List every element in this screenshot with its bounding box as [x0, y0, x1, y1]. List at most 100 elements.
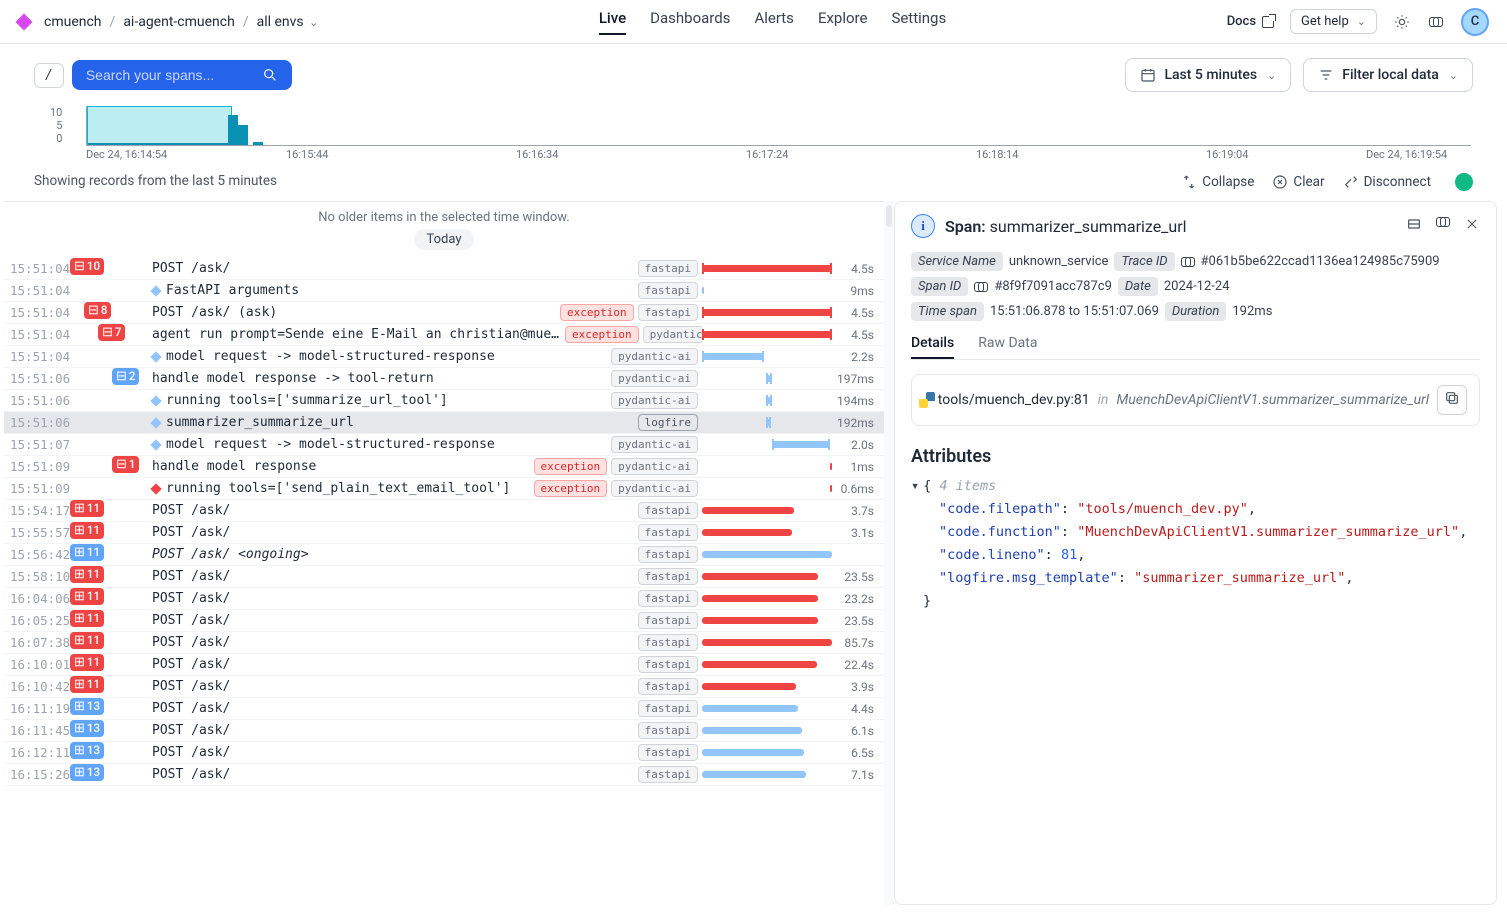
- trace-row[interactable]: 16:12:11⊞13POST /ask/fastapi6.5s: [4, 742, 884, 764]
- panel-splitter[interactable]: [884, 201, 894, 905]
- trace-row[interactable]: 16:05:25⊞11POST /ask/fastapi23.5s: [4, 610, 884, 632]
- link-icon[interactable]: [974, 282, 988, 292]
- splitter-handle-icon: [886, 205, 892, 227]
- breadcrumb: cmuench / ai-agent-cmuench / all envs ⌄: [18, 14, 318, 30]
- main-content: No older items in the selected time wind…: [0, 201, 1507, 905]
- copy-icon: [1444, 390, 1460, 406]
- search-icon: [262, 67, 278, 83]
- expand-badge[interactable]: ⊞11: [70, 632, 104, 649]
- trace-row[interactable]: 15:51:06running tools=['summarize_url_to…: [4, 390, 884, 412]
- disconnect-button[interactable]: Disconnect: [1343, 174, 1431, 190]
- close-icon[interactable]: [1464, 216, 1480, 236]
- nav-alerts[interactable]: Alerts: [754, 9, 794, 35]
- trace-row[interactable]: 15:58:10⊞11POST /ask/fastapi23.5s: [4, 566, 884, 588]
- expand-badge[interactable]: ⊞13: [70, 742, 104, 759]
- expand-badge[interactable]: ⊞11: [70, 544, 104, 561]
- trace-row[interactable]: 15:51:06⊟2handle model response -> tool-…: [4, 368, 884, 390]
- crumb-project[interactable]: ai-agent-cmuench: [123, 14, 235, 30]
- status-bar: Showing records from the last 5 minutes …: [0, 163, 1507, 201]
- trace-row[interactable]: 16:15:26⊞13POST /ask/fastapi7.1s: [4, 764, 884, 786]
- trace-row[interactable]: 16:10:42⊞11POST /ask/fastapi3.9s: [4, 676, 884, 698]
- nav-settings[interactable]: Settings: [891, 9, 946, 35]
- expand-badge[interactable]: ⊞11: [70, 654, 104, 671]
- tab-raw-data[interactable]: Raw Data: [978, 335, 1037, 359]
- trace-row[interactable]: 15:51:04⊟7agent run prompt=Sende eine E-…: [4, 324, 884, 346]
- trace-row[interactable]: 15:51:06summarizer_summarize_urllogfire1…: [4, 412, 884, 434]
- search-field[interactable]: [86, 67, 246, 83]
- expand-badge[interactable]: ⊟8: [84, 302, 111, 319]
- trace-row[interactable]: 15:56:42⊞11POST /ask/ <ongoing>fastapi: [4, 544, 884, 566]
- time-range-button[interactable]: Last 5 minutes⌄: [1125, 58, 1291, 92]
- detail-tabs: Details Raw Data: [911, 335, 1480, 360]
- nav-live[interactable]: Live: [599, 9, 626, 35]
- crumb-org[interactable]: cmuench: [44, 14, 102, 30]
- expand-icon[interactable]: [1406, 216, 1422, 236]
- expand-badge[interactable]: ⊞11: [70, 566, 104, 583]
- expand-badge[interactable]: ⊞11: [70, 500, 104, 517]
- expand-badge[interactable]: ⊞11: [70, 522, 104, 539]
- no-older-text: No older items in the selected time wind…: [4, 210, 884, 225]
- expand-badge[interactable]: ⊟7: [98, 324, 125, 341]
- timeline-chart[interactable]: 1050 Dec 24, 16:14:5416:15:4416:16:3416:…: [0, 106, 1507, 163]
- nav-explore[interactable]: Explore: [818, 9, 868, 35]
- trace-row[interactable]: 15:51:04⊟10POST /ask/fastapi4.5s: [4, 258, 884, 280]
- app-header: cmuench / ai-agent-cmuench / all envs ⌄ …: [0, 0, 1507, 44]
- trace-row[interactable]: 15:51:07model request -> model-structure…: [4, 434, 884, 456]
- collapse-button[interactable]: Collapse: [1181, 174, 1254, 190]
- connection-status-icon: [1455, 173, 1473, 191]
- filter-button[interactable]: Filter local data⌄: [1303, 58, 1473, 92]
- copy-button[interactable]: [1437, 385, 1467, 415]
- filter-icon: [1318, 67, 1334, 83]
- expand-badge[interactable]: ⊞13: [70, 698, 104, 715]
- docs-link[interactable]: Docs: [1227, 14, 1274, 29]
- external-link-icon: [1262, 16, 1274, 28]
- info-icon: i: [911, 214, 935, 238]
- trace-row[interactable]: 15:54:17⊞11POST /ask/fastapi3.7s: [4, 500, 884, 522]
- expand-badge[interactable]: ⊟1: [112, 456, 139, 473]
- clear-button[interactable]: Clear: [1272, 174, 1324, 190]
- trace-row[interactable]: 16:11:19⊞13POST /ask/fastapi4.4s: [4, 698, 884, 720]
- toolbar: / Last 5 minutes⌄ Filter local data⌄: [0, 44, 1507, 106]
- calendar-icon: [1140, 67, 1156, 83]
- trace-row[interactable]: 15:51:09⊟1handle model responseexception…: [4, 456, 884, 478]
- crumb-env[interactable]: all envs ⌄: [257, 14, 319, 30]
- copy-link-icon[interactable]: [1436, 216, 1450, 236]
- trace-row[interactable]: 16:04:06⊞11POST /ask/fastapi23.2s: [4, 588, 884, 610]
- status-text: Showing records from the last 5 minutes: [34, 173, 277, 191]
- get-help-button[interactable]: Get help⌄: [1290, 9, 1377, 34]
- bullet-icon: [150, 483, 161, 494]
- span-metadata: Service Nameunknown_service Trace ID#061…: [911, 252, 1480, 321]
- nav-dashboards[interactable]: Dashboards: [650, 9, 730, 35]
- trace-row[interactable]: 15:51:04model request -> model-structure…: [4, 346, 884, 368]
- trace-row[interactable]: 15:51:04FastAPI argumentsfastapi9ms: [4, 280, 884, 302]
- bullet-icon: [150, 439, 161, 450]
- trace-row[interactable]: 16:11:45⊞13POST /ask/fastapi6.1s: [4, 720, 884, 742]
- expand-badge[interactable]: ⊞13: [70, 720, 104, 737]
- trace-row[interactable]: 16:10:01⊞11POST /ask/fastapi22.4s: [4, 654, 884, 676]
- search-input[interactable]: [72, 60, 292, 90]
- trace-row[interactable]: 15:51:09running tools=['send_plain_text_…: [4, 478, 884, 500]
- avatar[interactable]: C: [1461, 8, 1489, 36]
- expand-badge[interactable]: ⊞11: [70, 676, 104, 693]
- header-actions: Docs Get help⌄ C: [1227, 8, 1489, 36]
- theme-toggle-icon[interactable]: [1393, 13, 1411, 31]
- bullet-icon: [150, 285, 161, 296]
- expand-badge[interactable]: ⊞11: [70, 610, 104, 627]
- trace-row[interactable]: 15:55:57⊞11POST /ask/fastapi3.1s: [4, 522, 884, 544]
- python-icon: [924, 392, 930, 408]
- trace-row[interactable]: 16:07:38⊞11POST /ask/fastapi85.7s: [4, 632, 884, 654]
- attributes-heading: Attributes: [911, 446, 1480, 467]
- expand-badge[interactable]: ⊟10: [70, 258, 104, 275]
- tab-details[interactable]: Details: [911, 335, 954, 359]
- trace-row[interactable]: 15:51:04⊟8POST /ask/ (ask)exceptionfasta…: [4, 302, 884, 324]
- bullet-icon: [150, 417, 161, 428]
- attributes-json: ▾{ 4 items"code.filepath": "tools/muench…: [911, 475, 1480, 613]
- trace-list[interactable]: No older items in the selected time wind…: [4, 201, 884, 905]
- main-nav: Live Dashboards Alerts Explore Settings: [599, 9, 946, 35]
- expand-badge[interactable]: ⊟2: [112, 368, 139, 385]
- slash-key-hint: /: [34, 63, 64, 88]
- link-icon[interactable]: [1427, 13, 1445, 31]
- expand-badge[interactable]: ⊞13: [70, 764, 104, 781]
- expand-badge[interactable]: ⊞11: [70, 588, 104, 605]
- link-icon[interactable]: [1181, 257, 1195, 267]
